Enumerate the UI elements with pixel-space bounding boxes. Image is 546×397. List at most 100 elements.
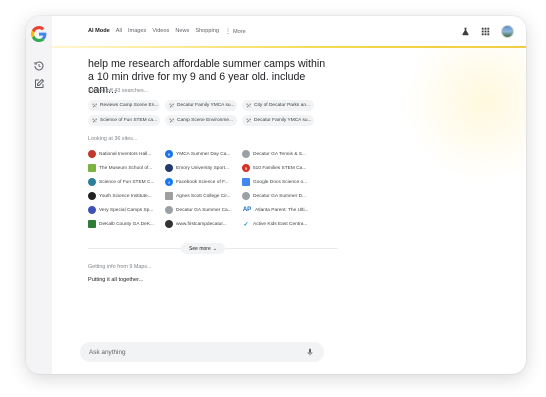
search-chip[interactable]: ⤱ City of Decatur Parks an... (242, 100, 314, 111)
site-item[interactable]: Youth Science Institute... (88, 190, 160, 202)
search-tabs: AI Mode All Images Videos News Shopping … (88, 28, 246, 35)
ymca-icon: Y (165, 150, 173, 158)
search-branch-icon: ⤱ (93, 117, 98, 124)
youth-science-institute-icon (88, 192, 96, 200)
very-special-camps-icon (88, 206, 96, 214)
history-icon[interactable] (33, 60, 45, 72)
site-item[interactable]: Decatur GA Tennis & S... (242, 148, 314, 160)
getting-info-count: 9 Maps... (129, 264, 152, 270)
facebook-icon: f (165, 178, 173, 186)
search-chip[interactable]: ⤱ Decatur Family YMCA su... (242, 115, 314, 126)
search-chip[interactable]: ⤱ Reviews Camp Scene En... (88, 100, 160, 111)
getting-info-status: Getting info from 9 Maps... (88, 264, 152, 270)
first-camp-decatur-icon (165, 220, 173, 228)
search-chip[interactable]: ⤱ Decatur Family YMCA su... (165, 100, 237, 111)
kicking-off-status: Kicking off 43 searches... (88, 88, 148, 94)
site-item[interactable]: Decatur GA Summer Ca... (165, 204, 237, 216)
site-item[interactable]: Science of Fun STEM C... (88, 176, 160, 188)
site-label: Agnes Scott College Cir... (176, 193, 231, 199)
decatur-city-icon (242, 192, 250, 200)
tab-videos[interactable]: Videos (152, 28, 169, 35)
site-label: Decatur GA Summer Ca... (176, 207, 232, 213)
search-branch-icon: ⤱ (170, 117, 175, 124)
dekalb-county-icon (88, 220, 96, 228)
labs-flask-icon[interactable] (461, 27, 470, 36)
site-label: Decatur GA Summer D... (253, 193, 307, 199)
site-label: YMCA Summer Day Ca... (176, 151, 231, 157)
site-item[interactable]: Emory University Sport... (165, 162, 237, 174)
putting-together-status: Putting it all together... (88, 277, 144, 283)
site-label: www.firstcampdecatur... (176, 221, 227, 227)
google-docs-icon (242, 178, 250, 186)
top-right-controls (461, 25, 514, 38)
left-rail (26, 16, 52, 374)
site-item[interactable]: Agnes Scott College Cir... (165, 190, 237, 202)
search-branch-icon: ⤱ (93, 102, 98, 109)
search-chip-label: Reviews Camp Scene En... (100, 103, 159, 108)
chevron-down-icon: ⌄ (212, 245, 217, 252)
site-item[interactable]: Very Special Camps Sp... (88, 204, 160, 216)
ask-placeholder: Ask anything (89, 348, 126, 356)
search-chip-label: Decatur Family YMCA su... (254, 118, 312, 123)
more-dots-icon: ⋮ (224, 29, 231, 35)
site-item[interactable]: AP Atlanta Parent: The Ulti... (242, 204, 314, 216)
tab-news[interactable]: News (175, 28, 189, 35)
site-label: DeKalb County GA DeK... (99, 221, 154, 227)
site-label: Atlanta Parent: The Ulti... (255, 207, 309, 213)
see-more-label: See more (189, 245, 211, 252)
search-chip-label: Decatur Family YMCA su... (177, 103, 235, 108)
kicking-off-prefix: Kicking off (88, 88, 113, 94)
search-chip[interactable]: ⤱ Science of Fun STEM ca... (88, 115, 160, 126)
search-branch-icon: ⤱ (247, 117, 252, 124)
site-item[interactable]: National Inventors Hall... (88, 148, 160, 160)
ask-input[interactable]: Ask anything (80, 342, 324, 362)
tab-more[interactable]: ⋮ More (224, 28, 246, 36)
see-more-button[interactable]: See more ⌄ (181, 243, 225, 254)
search-chip-label: Science of Fun STEM ca... (100, 118, 158, 123)
site-label: 510 Families STEM Ca... (253, 165, 307, 171)
browser-window: AI Mode All Images Videos News Shopping … (26, 16, 526, 374)
national-inventors-seal-icon (88, 150, 96, 158)
tab-shopping[interactable]: Shopping (195, 28, 219, 35)
site-item[interactable]: The Museum School of... (88, 162, 160, 174)
search-branch-icon: ⤱ (247, 102, 252, 109)
site-item[interactable]: f Facebook Science of F... (165, 176, 237, 188)
tab-images[interactable]: Images (128, 28, 146, 35)
site-item[interactable]: Google Docs Science o... (242, 176, 314, 188)
site-label: Google Docs Science o... (253, 179, 308, 185)
site-label: Very Special Camps Sp... (99, 207, 154, 213)
site-item[interactable]: ✓ Active Kids East Centra... (242, 218, 314, 230)
new-chat-icon[interactable] (33, 78, 45, 90)
site-label: Facebook Science of F... (176, 179, 229, 185)
decatur-city-icon (242, 150, 250, 158)
apps-grid-icon[interactable] (481, 27, 490, 36)
search-chip-label: City of Decatur Parks an... (254, 103, 310, 108)
site-label: Emory University Sport... (176, 165, 230, 171)
science-of-fun-icon (88, 178, 96, 186)
agnes-scott-icon (165, 192, 173, 200)
tab-ai-mode[interactable]: AI Mode (88, 28, 110, 35)
site-label: The Museum School of... (99, 165, 153, 171)
site-label: Active Kids East Centra... (253, 221, 308, 227)
site-item[interactable]: DeKalb County GA DeK... (88, 218, 160, 230)
tab-more-label: More (232, 28, 246, 35)
google-logo-icon[interactable] (31, 26, 47, 42)
getting-info-prefix: Getting info from (88, 264, 128, 270)
510-families-icon: 5 (242, 164, 250, 172)
microphone-icon[interactable] (306, 347, 314, 357)
looking-at-prefix: Looking at (88, 136, 113, 142)
top-bar: AI Mode All Images Videos News Shopping … (52, 16, 526, 47)
looking-at-count: 36 sites... (114, 136, 138, 142)
search-chip[interactable]: ⤱ Camp Scene Environme... (165, 115, 237, 126)
emory-icon (165, 164, 173, 172)
site-label: Science of Fun STEM C... (99, 179, 155, 185)
account-avatar[interactable] (501, 25, 514, 38)
site-item[interactable]: www.firstcampdecatur... (165, 218, 237, 230)
museum-school-icon (88, 164, 96, 172)
background-glow (406, 46, 526, 186)
decatur-city-icon (165, 206, 173, 214)
site-item[interactable]: Decatur GA Summer D... (242, 190, 314, 202)
site-item[interactable]: Y YMCA Summer Day Ca... (165, 148, 237, 160)
site-item[interactable]: 5 510 Families STEM Ca... (242, 162, 314, 174)
tab-all[interactable]: All (116, 28, 122, 35)
